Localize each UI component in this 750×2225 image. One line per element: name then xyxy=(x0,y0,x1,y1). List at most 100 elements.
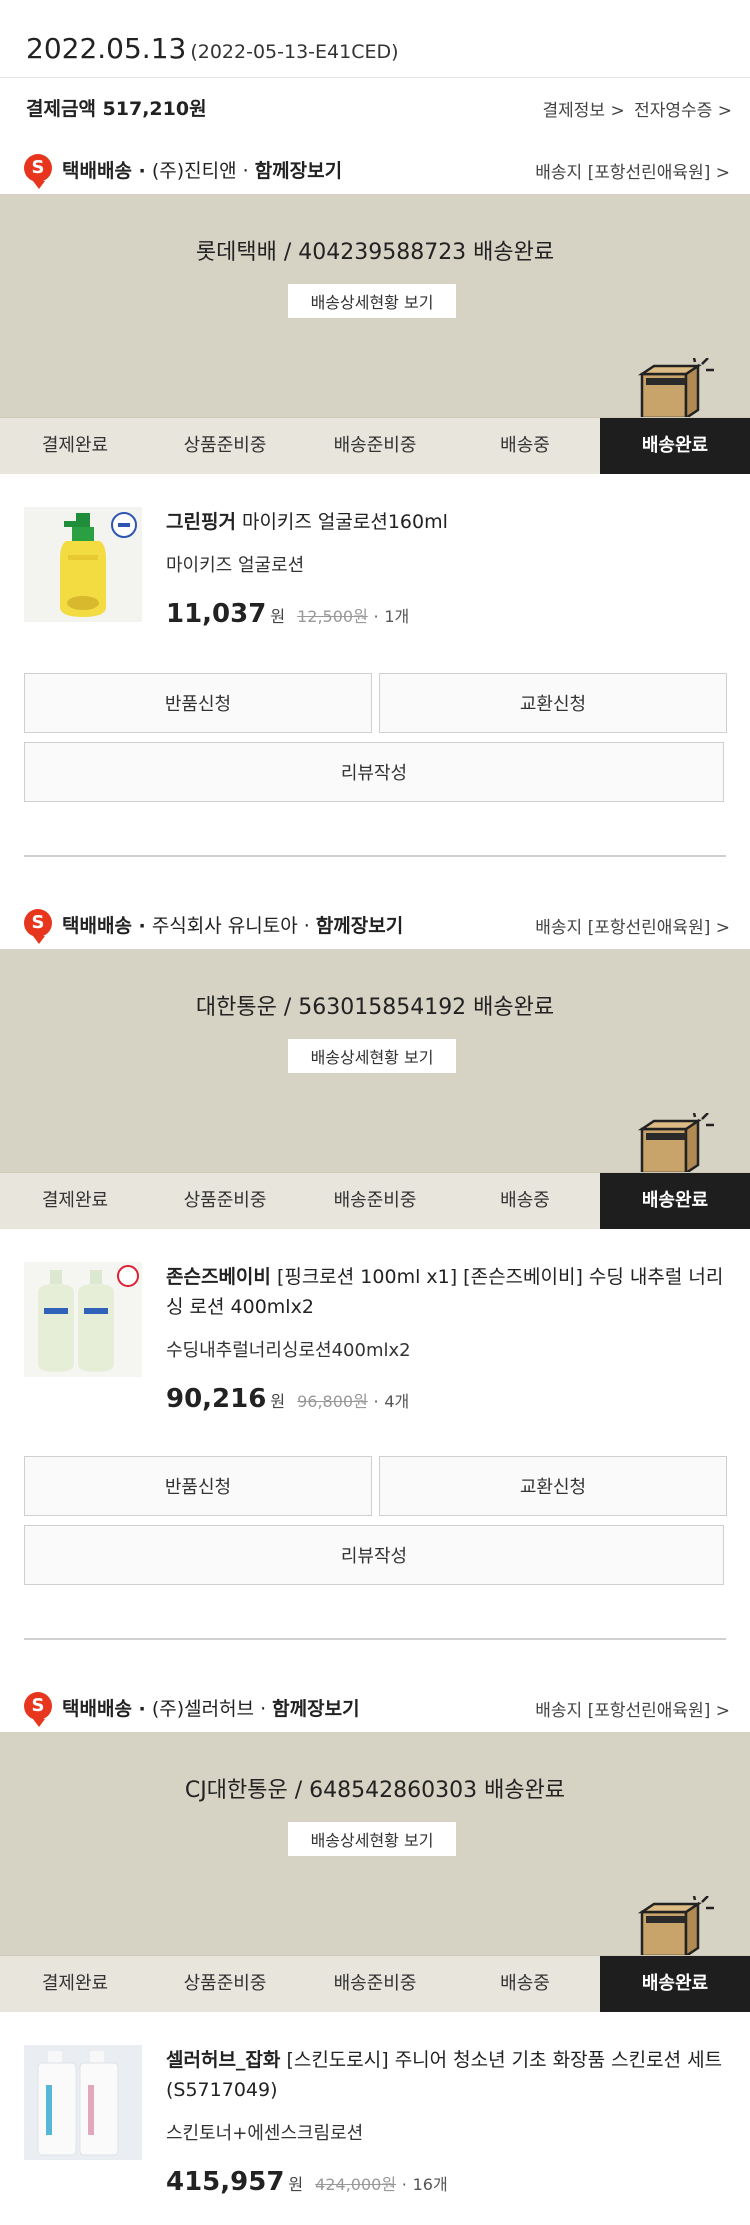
tracking-detail-button[interactable]: 배송상세현황 보기 xyxy=(288,284,456,318)
delivery-type: 택배배송 · xyxy=(62,915,146,937)
order-date: 2022.05.13 (2022-05-13-E41CED) xyxy=(26,32,399,65)
currency-label: 원 xyxy=(270,607,286,626)
original-price: 96,800원 xyxy=(297,1392,368,1411)
pump-bottles-icon xyxy=(24,1262,142,1377)
step-delivered: 배송완료 xyxy=(600,1173,750,1229)
s-badge-icon: S xyxy=(24,154,52,189)
delivery-box-icon xyxy=(638,1896,714,1956)
receipt-link[interactable]: 전자영수증 > xyxy=(634,101,732,121)
delivery-steps: 결제완료 상품준비중 배송준비중 배송중 배송완료 xyxy=(0,1955,750,2012)
delivery-box-icon xyxy=(638,358,714,418)
step-delivered: 배송완료 xyxy=(600,418,750,474)
qty-separator: · xyxy=(373,607,379,626)
product-title: 마이키즈 얼굴로션160ml xyxy=(241,511,448,533)
seller-row: S 택배배송 · 주식회사 유니토아 · 함께장보기 배송지 [포항선린애육원]… xyxy=(0,897,750,949)
step-preparing-shipping: 배송준비중 xyxy=(333,1190,417,1211)
tracking-detail-button[interactable]: 배송상세현황 보기 xyxy=(288,1039,456,1073)
tracking-status: CJ대한통운 / 648542860303 배송완료 xyxy=(184,1778,566,1803)
step-shipping: 배송중 xyxy=(500,1190,550,1211)
exchange-button[interactable]: 교환신청 xyxy=(379,673,727,733)
step-delivered: 배송완료 xyxy=(600,1956,750,2012)
product-name[interactable]: 셀러허브_잡화 [스킨도로시] 주니어 청소년 기초 화장품 스킨로션 세트 (… xyxy=(166,2045,728,2105)
product-price-row: 11,037 원 12,500원 · 1개 xyxy=(166,599,409,629)
payment-row: 결제금액 517,210원 결제정보 > 전자영수증 > xyxy=(0,78,750,134)
sale-price: 415,957 xyxy=(166,2167,285,2197)
seller-name[interactable]: (주)셀러허브 · xyxy=(152,1698,266,1720)
delivery-box-icon xyxy=(638,1113,714,1173)
section-divider xyxy=(24,1638,726,1640)
s-badge-icon: S xyxy=(24,909,52,944)
product-option: 스킨토너+에센스크림로션 xyxy=(166,2123,364,2144)
bundle-shopping-link[interactable]: 함께장보기 xyxy=(316,915,403,937)
tracking-panel: 롯데택배 / 404239588723 배송완료 배송상세현황 보기 xyxy=(0,194,750,418)
destination-link[interactable]: 배송지 [포항선린애육원] > xyxy=(535,1696,730,1721)
seller-info: 택배배송 · (주)셀러허브 · 함께장보기 xyxy=(62,1694,360,1721)
order-header: 2022.05.13 (2022-05-13-E41CED) xyxy=(0,0,750,78)
seller-row: S 택배배송 · (주)셀러허브 · 함께장보기 배송지 [포항선린애육원] > xyxy=(0,1680,750,1732)
order-date-text: 2022.05.13 xyxy=(26,32,187,65)
step-preparing-shipping: 배송준비중 xyxy=(333,1973,417,1994)
exchange-button[interactable]: 교환신청 xyxy=(379,1456,727,1516)
seller-name[interactable]: 주식회사 유니토아 · xyxy=(152,915,310,937)
order-code: (2022-05-13-E41CED) xyxy=(190,41,399,63)
review-button[interactable]: 리뷰작성 xyxy=(24,1525,724,1585)
bundle-shopping-link[interactable]: 함께장보기 xyxy=(272,1698,359,1720)
product-thumbnail[interactable] xyxy=(24,507,142,622)
return-button[interactable]: 반품신청 xyxy=(24,1456,372,1516)
step-preparing-product: 상품준비중 xyxy=(183,1973,267,1994)
product-brand: 존슨즈베이비 xyxy=(166,1266,271,1288)
product-option: 수딩내추럴너리싱로션400mlx2 xyxy=(166,1340,411,1361)
qty-separator: · xyxy=(401,2175,407,2194)
s-badge-icon: S xyxy=(24,1692,52,1727)
product-name[interactable]: 그린핑거 마이키즈 얼굴로션160ml xyxy=(166,507,728,537)
tracking-panel: 대한통운 / 563015854192 배송완료 배송상세현황 보기 xyxy=(0,949,750,1173)
original-price: 424,000원 xyxy=(315,2175,397,2194)
step-paid: 결제완료 xyxy=(41,1973,109,1994)
product-brand: 셀러허브_잡화 xyxy=(166,2049,281,2071)
step-paid: 결제완료 xyxy=(41,435,109,456)
step-preparing-shipping: 배송준비중 xyxy=(333,435,417,456)
product-name[interactable]: 존슨즈베이비 [핑크로션 100ml x1] [존슨즈베이비] 수딩 내추럴 너… xyxy=(166,1262,728,1322)
return-button[interactable]: 반품신청 xyxy=(24,673,372,733)
currency-label: 원 xyxy=(270,1392,286,1411)
seller-info: 택배배송 · 주식회사 유니토아 · 함께장보기 xyxy=(62,911,403,938)
product-thumbnail[interactable] xyxy=(24,2045,142,2160)
step-shipping: 배송중 xyxy=(500,435,550,456)
delivery-type: 택배배송 · xyxy=(62,160,146,182)
sale-price: 90,216 xyxy=(166,1384,267,1414)
destination-link[interactable]: 배송지 [포항선린애육원] > xyxy=(535,158,730,183)
original-price: 12,500원 xyxy=(297,607,368,626)
quantity: 4개 xyxy=(384,1392,410,1411)
product-price-row: 415,957 원 424,000원 · 16개 xyxy=(166,2167,448,2197)
delivery-steps: 결제완료 상품준비중 배송준비중 배송중 배송완료 xyxy=(0,417,750,474)
quantity: 16개 xyxy=(412,2175,448,2194)
delivery-type: 택배배송 · xyxy=(62,1698,146,1720)
payment-info-link[interactable]: 결제정보 > xyxy=(543,101,625,121)
destination-link[interactable]: 배송지 [포항선린애육원] > xyxy=(535,913,730,938)
tracking-detail-button[interactable]: 배송상세현황 보기 xyxy=(288,1822,456,1856)
currency-label: 원 xyxy=(288,2175,304,2194)
product-price-row: 90,216 원 96,800원 · 4개 xyxy=(166,1384,409,1414)
product-thumbnail[interactable] xyxy=(24,1262,142,1377)
tracking-panel: CJ대한통운 / 648542860303 배송완료 배송상세현황 보기 xyxy=(0,1732,750,1956)
step-preparing-product: 상품준비중 xyxy=(183,1190,267,1211)
step-shipping: 배송중 xyxy=(500,1973,550,1994)
skincare-set-icon xyxy=(24,2045,142,2160)
quantity: 1개 xyxy=(384,607,410,626)
lotion-bottle-icon xyxy=(24,507,142,622)
seller-name[interactable]: (주)진티앤 · xyxy=(152,160,249,182)
step-preparing-product: 상품준비중 xyxy=(183,435,267,456)
qty-separator: · xyxy=(373,1392,379,1411)
review-button[interactable]: 리뷰작성 xyxy=(24,742,724,802)
product-brand: 그린핑거 xyxy=(166,511,236,533)
tracking-status: 롯데택배 / 404239588723 배송완료 xyxy=(195,240,555,265)
bundle-shopping-link[interactable]: 함께장보기 xyxy=(255,160,342,182)
seller-row: S 택배배송 · (주)진티앤 · 함께장보기 배송지 [포항선린애육원] > xyxy=(0,142,750,194)
payment-amount: 결제금액 517,210원 xyxy=(26,98,207,120)
section-divider xyxy=(24,855,726,857)
seller-info: 택배배송 · (주)진티앤 · 함께장보기 xyxy=(62,156,342,183)
product-option: 마이키즈 얼굴로션 xyxy=(166,555,305,576)
delivery-steps: 결제완료 상품준비중 배송준비중 배송중 배송완료 xyxy=(0,1172,750,1229)
step-paid: 결제완료 xyxy=(41,1190,109,1211)
tracking-status: 대한통운 / 563015854192 배송완료 xyxy=(195,995,555,1020)
